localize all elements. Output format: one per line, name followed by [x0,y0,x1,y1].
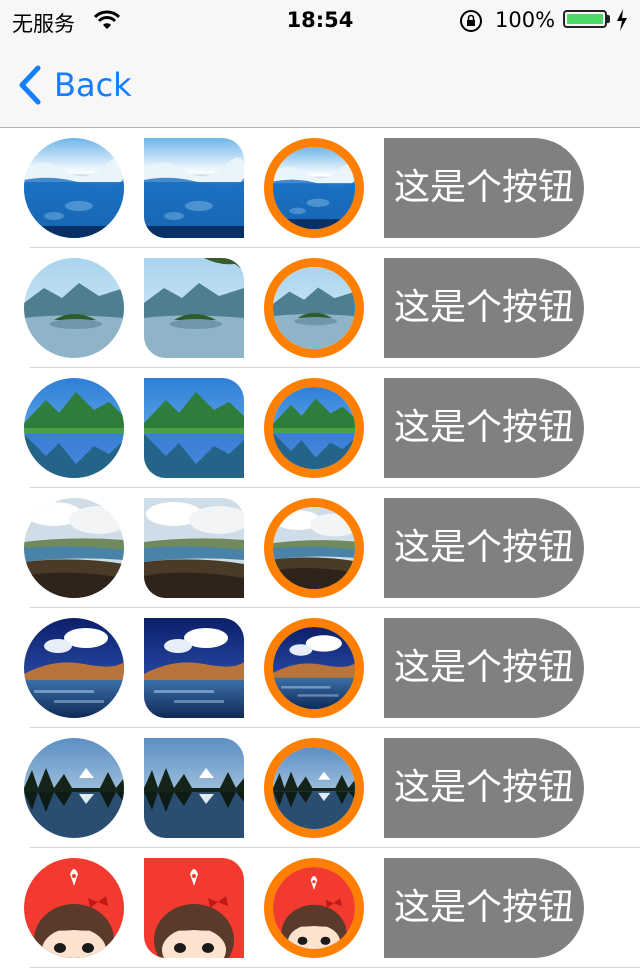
cloudy-valley-lake-picture [273,507,355,589]
desert-hills-lake-picture [144,618,244,718]
chevron-left-icon [19,65,41,105]
corner-rounded-image [144,738,244,838]
row-button[interactable]: 这是个按钮 [384,738,584,838]
green-mountain-reflection-picture [144,378,244,478]
desert-hills-lake-picture [273,627,355,709]
corner-rounded-image [144,138,244,238]
ringed-circle-image [264,618,364,718]
row-button[interactable]: 这是个按钮 [384,378,584,478]
row-button[interactable]: 这是个按钮 [384,138,584,238]
circle-image [24,738,124,838]
table-row: 这是个按钮 [0,848,640,968]
ringed-circle-image [264,378,364,478]
table-row: 这是个按钮 [0,368,640,488]
back-label: Back [54,66,132,104]
cloudy-valley-lake-picture [144,498,244,598]
table-row: 这是个按钮 [0,728,640,848]
table-row: 这是个按钮 [0,488,640,608]
corner-rounded-image [144,498,244,598]
mountain-lake-island-picture [24,258,124,358]
charging-bolt-icon [617,9,627,31]
green-mountain-reflection-picture [24,378,124,478]
row-button[interactable]: 这是个按钮 [384,618,584,718]
ocean-wave-dolphins-picture [273,147,355,229]
image-table: 这是个按钮 这是个按钮 这是个按钮 这是个按钮 这是个按钮 这是个按钮 这是个按… [0,128,640,968]
cartoon-girl-red-picture [24,858,124,958]
mountain-lake-island-picture [273,267,355,349]
ringed-circle-image [264,858,364,958]
row-button[interactable]: 这是个按钮 [384,858,584,958]
desert-hills-lake-picture [24,618,124,718]
table-row: 这是个按钮 [0,608,640,728]
corner-rounded-image [144,618,244,718]
status-bar: 无服务 18:54 100% [0,0,640,40]
ocean-wave-dolphins-picture [144,138,244,238]
circle-image [24,618,124,718]
battery-tip [607,15,610,23]
table-row: 这是个按钮 [0,128,640,248]
circle-image [24,378,124,478]
ringed-circle-image [264,498,364,598]
battery-icon [563,10,607,28]
cartoon-girl-red-picture [144,858,244,958]
ocean-wave-dolphins-picture [24,138,124,238]
ringed-circle-image [264,138,364,238]
rotation-lock-icon [460,10,482,32]
row-button[interactable]: 这是个按钮 [384,498,584,598]
table-row: 这是个按钮 [0,248,640,368]
forest-lake-reflection-picture [273,747,355,829]
circle-image [24,858,124,958]
ringed-circle-image [264,738,364,838]
mountain-lake-island-picture [144,258,244,358]
ringed-circle-image [264,258,364,358]
circle-image [24,138,124,238]
corner-rounded-image [144,858,244,958]
row-button[interactable]: 这是个按钮 [384,258,584,358]
forest-lake-reflection-picture [144,738,244,838]
cloudy-valley-lake-picture [24,498,124,598]
corner-rounded-image [144,378,244,478]
green-mountain-reflection-picture [273,387,355,469]
circle-image [24,258,124,358]
navigation-bar: Back [0,40,640,128]
battery-percentage: 100% [495,8,556,32]
forest-lake-reflection-picture [24,738,124,838]
corner-rounded-image [144,258,244,358]
cartoon-girl-red-picture [273,867,355,949]
circle-image [24,498,124,598]
